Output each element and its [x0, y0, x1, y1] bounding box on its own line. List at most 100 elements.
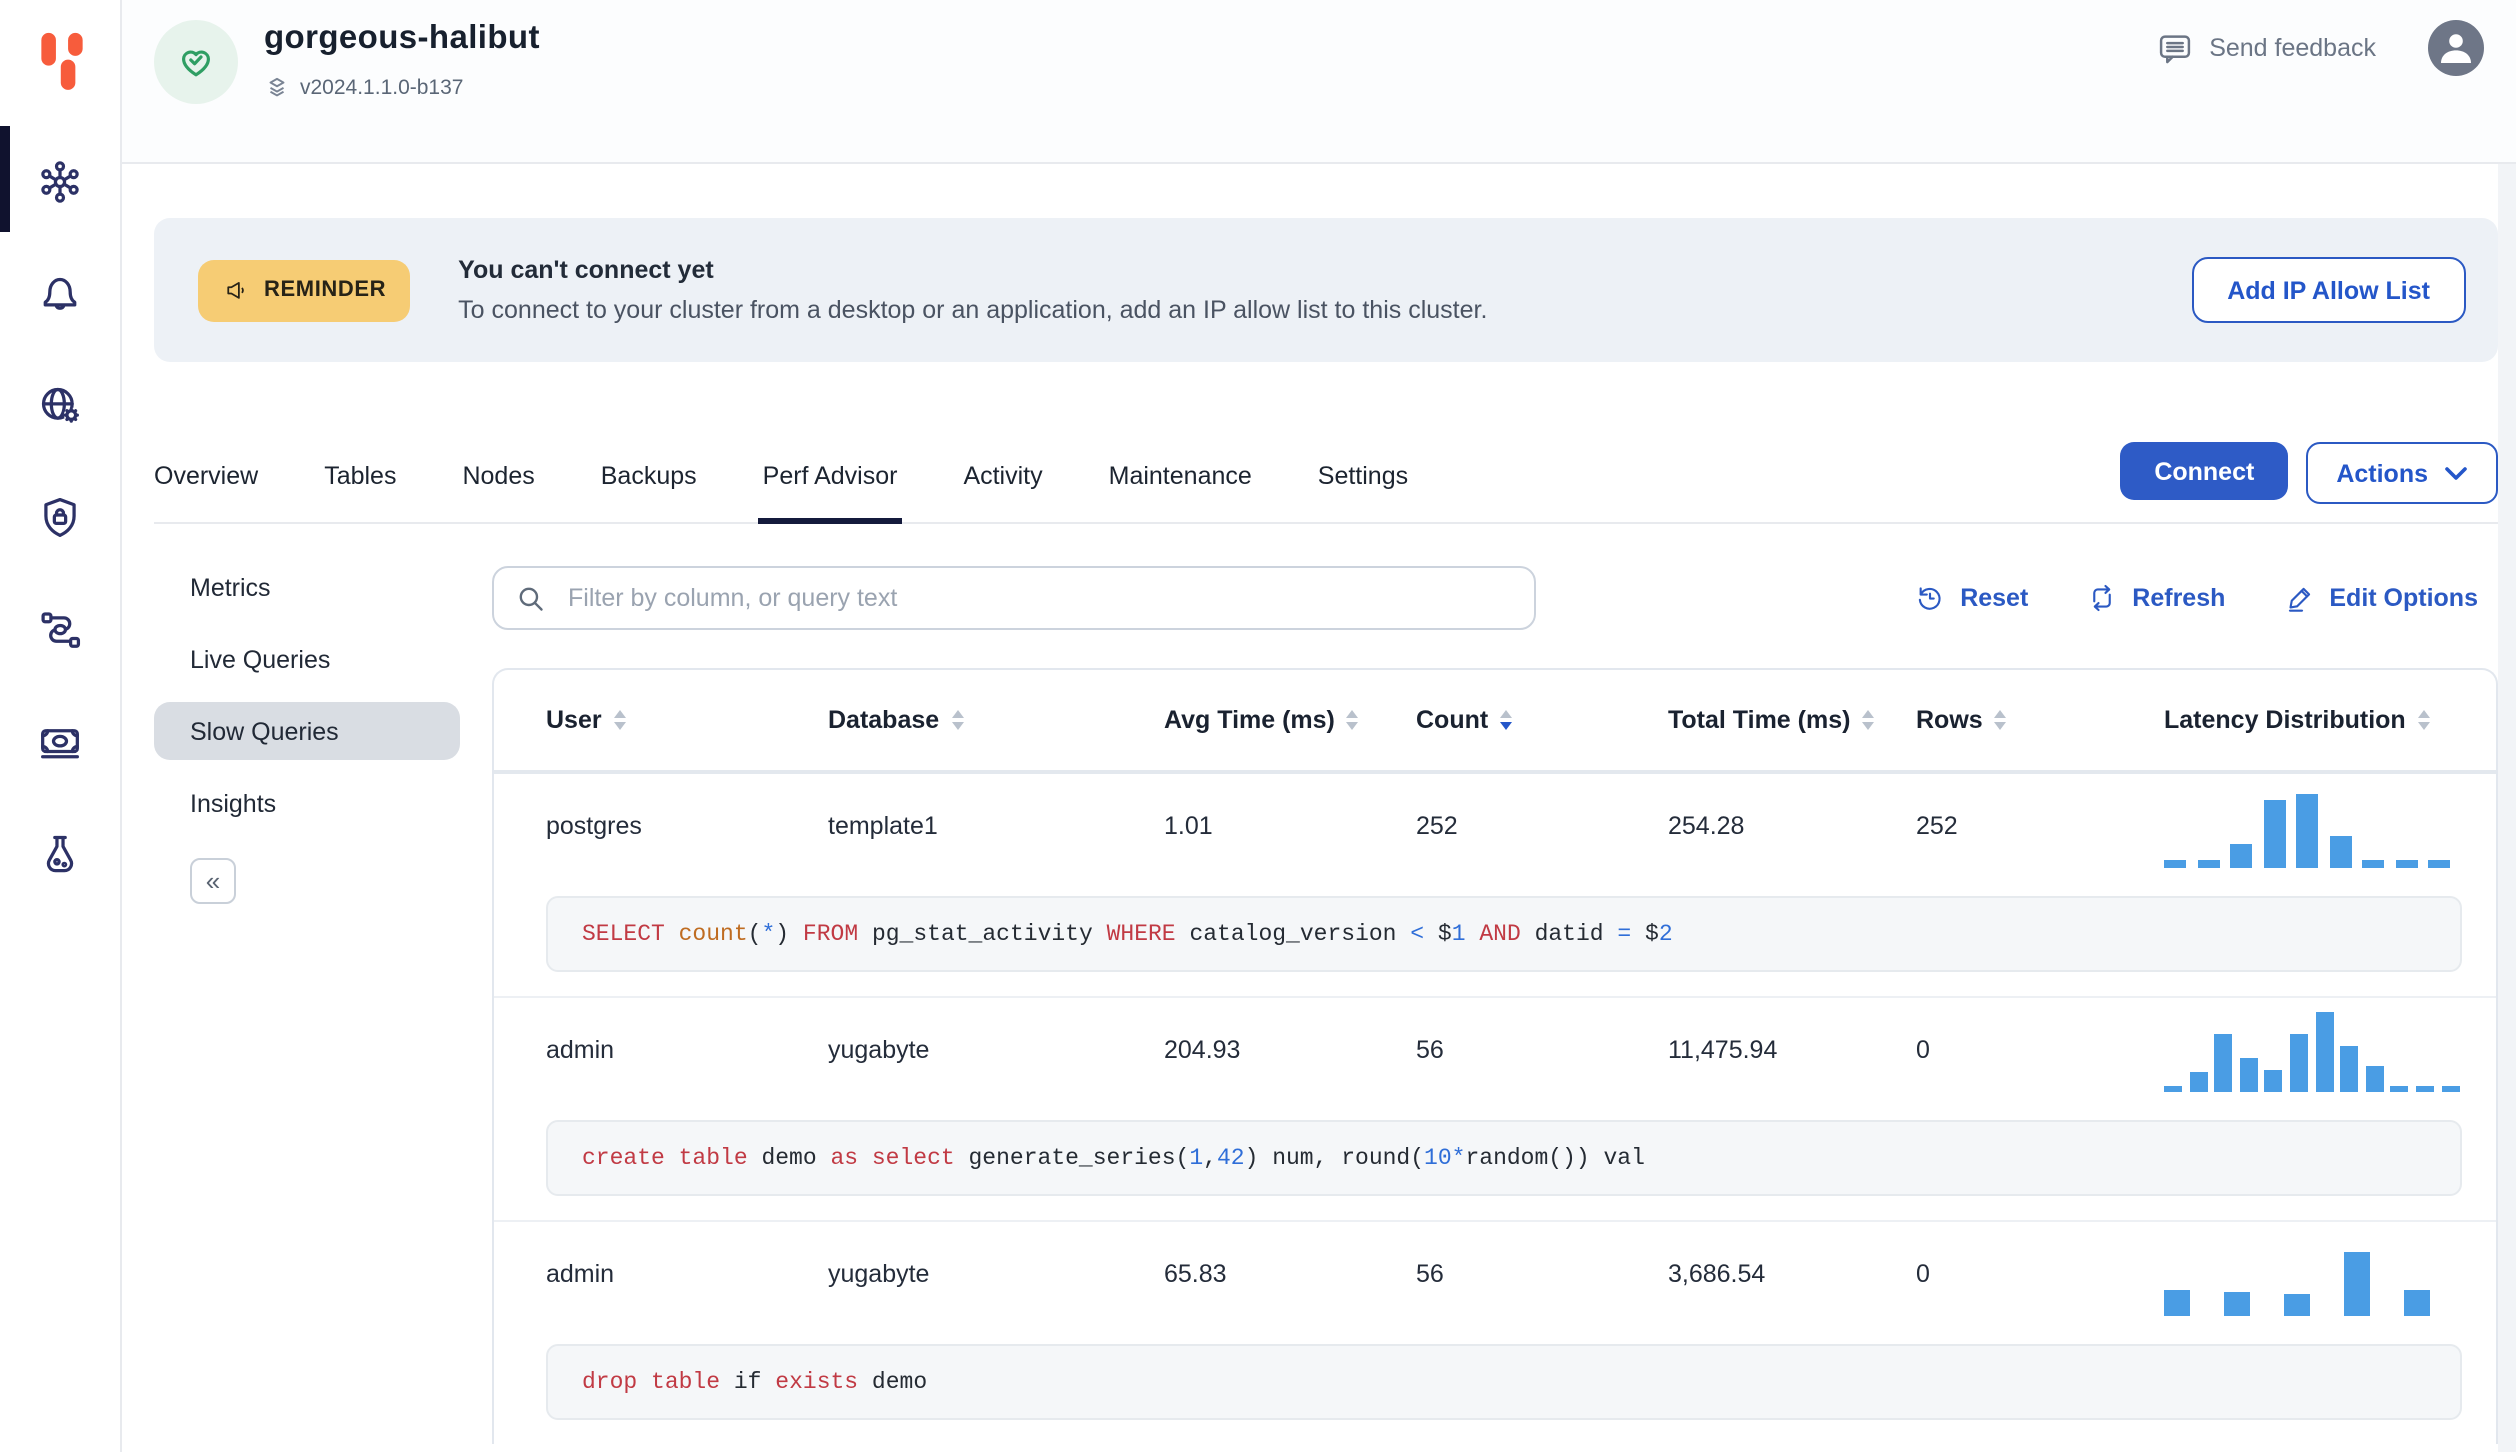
column-header-database[interactable]: Database	[828, 706, 1164, 734]
latency-histogram	[2164, 1008, 2468, 1092]
cell-avg-time: 204.93	[1164, 1036, 1241, 1064]
sort-icon	[1862, 709, 1875, 731]
user-avatar[interactable]	[2428, 20, 2484, 76]
banner-title: You can't connect yet	[458, 256, 714, 284]
megaphone-icon	[227, 281, 244, 298]
column-header-rows[interactable]: Rows	[1916, 706, 2164, 734]
sidebar-item-labs[interactable]	[30, 824, 90, 884]
tab-activity[interactable]: Activity	[963, 462, 1042, 522]
table-header-row: User Database Avg Time (ms) Count Total …	[494, 670, 2496, 774]
sort-icon	[2417, 709, 2430, 731]
cell-user: admin	[546, 1260, 615, 1288]
cell-avg-time: 65.83	[1164, 1260, 1227, 1288]
refresh-button[interactable]: Refresh	[2086, 582, 2225, 614]
bell-icon	[43, 277, 77, 310]
column-header-count[interactable]: Count	[1416, 706, 1668, 734]
sort-icon	[1346, 709, 1359, 731]
banknote-icon	[41, 729, 79, 759]
tab-overview[interactable]: Overview	[154, 462, 258, 522]
cell-user: postgres	[546, 812, 642, 840]
edit-options-button[interactable]: Edit Options	[2283, 582, 2478, 614]
cell-avg-time: 1.01	[1164, 812, 1213, 840]
reset-history-icon	[1918, 587, 1941, 610]
sidebar-item-security[interactable]	[30, 488, 90, 548]
latency-histogram	[2164, 784, 2468, 868]
refresh-icon	[2093, 584, 2112, 612]
cell-database: template1	[828, 812, 938, 840]
sidebar-item-alerts[interactable]	[30, 264, 90, 324]
sql-query: create table demo as select generate_ser…	[546, 1120, 2462, 1196]
cell-user: admin	[546, 1036, 615, 1064]
perf-advisor-subnav: Metrics Live Queries Slow Queries Insigh…	[154, 558, 460, 1444]
cell-count: 56	[1416, 1036, 1444, 1064]
app-window: gorgeous-halibut v2024.1.1.0-b137 Send f…	[0, 0, 2516, 1452]
reset-button[interactable]: Reset	[1914, 582, 2028, 614]
cell-rows: 252	[1916, 812, 1958, 840]
cell-total-time: 11,475.94	[1668, 1036, 1778, 1064]
actions-button[interactable]: Actions	[2306, 442, 2498, 504]
cluster-tabs: Overview Tables Nodes Backups Perf Advis…	[154, 434, 2498, 524]
table-row[interactable]: admin yugabyte 65.83 56 3,686.54 0	[494, 1222, 2496, 1326]
tab-nodes[interactable]: Nodes	[462, 462, 534, 522]
flask-icon	[46, 835, 74, 873]
shield-lock-icon	[44, 497, 76, 537]
cluster-hub-icon	[41, 161, 79, 203]
subnav-item-live-queries[interactable]: Live Queries	[154, 630, 460, 688]
search-icon	[519, 586, 543, 610]
subnav-item-insights[interactable]: Insights	[154, 774, 460, 832]
add-ip-allow-list-button[interactable]: Add IP Allow List	[2191, 257, 2466, 323]
yugabyte-logo[interactable]	[28, 24, 96, 100]
cluster-version: v2024.1.1.0-b137	[300, 75, 464, 99]
sort-icon-active	[1500, 709, 1513, 731]
sidebar-item-integrations[interactable]	[30, 600, 90, 660]
sidebar-item-billing[interactable]	[30, 712, 90, 772]
tab-tables[interactable]: Tables	[324, 462, 396, 522]
cell-database: yugabyte	[828, 1260, 930, 1288]
tab-settings[interactable]: Settings	[1318, 462, 1408, 522]
cell-rows: 0	[1916, 1260, 1930, 1288]
latency-histogram	[2164, 1232, 2468, 1316]
slow-queries-table: User Database Avg Time (ms) Count Total …	[492, 668, 2498, 1444]
reminder-badge: REMINDER	[198, 259, 411, 321]
sidebar-item-network[interactable]	[30, 376, 90, 436]
feedback-bubble-icon	[2159, 34, 2190, 63]
query-text-row[interactable]: create table demo as select generate_ser…	[494, 1102, 2496, 1222]
sidebar-item-clusters[interactable]	[30, 152, 90, 212]
icon-sidebar	[0, 0, 122, 1452]
table-row[interactable]: postgres template1 1.01 252 254.28 252	[494, 774, 2496, 878]
column-header-latency-distribution[interactable]: Latency Distribution	[2164, 706, 2496, 734]
sidebar-collapse-button[interactable]: «	[190, 858, 236, 904]
flow-icon	[41, 612, 81, 648]
sort-icon	[1994, 709, 2007, 731]
reminder-banner: REMINDER You can't connect yet To connec…	[154, 218, 2498, 362]
filter-input[interactable]	[564, 582, 1534, 614]
globe-gear-icon	[41, 387, 79, 423]
table-row[interactable]: admin yugabyte 204.93 56 11,475.94 0	[494, 998, 2496, 1102]
column-header-total-time[interactable]: Total Time (ms)	[1668, 706, 1916, 734]
subnav-item-slow-queries[interactable]: Slow Queries	[154, 702, 460, 760]
pencil-icon	[2288, 587, 2310, 612]
cluster-header: gorgeous-halibut v2024.1.1.0-b137 Send f…	[122, 0, 2516, 164]
column-header-avg-time[interactable]: Avg Time (ms)	[1164, 706, 1416, 734]
query-text-row[interactable]: SELECT count(*) FROM pg_stat_activity WH…	[494, 878, 2496, 998]
cell-rows: 0	[1916, 1036, 1930, 1064]
cluster-name: gorgeous-halibut	[264, 20, 540, 56]
tab-maintenance[interactable]: Maintenance	[1109, 462, 1252, 522]
stack-icon	[269, 77, 285, 97]
sort-icon	[613, 709, 626, 731]
query-filter	[492, 566, 1536, 630]
cell-count: 252	[1416, 812, 1458, 840]
tab-backups[interactable]: Backups	[601, 462, 697, 522]
sort-icon	[951, 709, 964, 731]
person-icon	[2441, 34, 2471, 63]
column-header-user[interactable]: User	[546, 706, 828, 734]
subnav-item-metrics[interactable]: Metrics	[154, 558, 460, 616]
send-feedback-button[interactable]: Send feedback	[2155, 31, 2376, 65]
tab-perf-advisor[interactable]: Perf Advisor	[758, 462, 903, 524]
cell-total-time: 254.28	[1668, 812, 1745, 840]
cell-total-time: 3,686.54	[1668, 1260, 1766, 1288]
sql-query: SELECT count(*) FROM pg_stat_activity WH…	[546, 896, 2462, 972]
cell-count: 56	[1416, 1260, 1444, 1288]
query-text-row[interactable]: drop table if exists demo	[494, 1326, 2496, 1444]
connect-button[interactable]: Connect	[2120, 442, 2289, 500]
